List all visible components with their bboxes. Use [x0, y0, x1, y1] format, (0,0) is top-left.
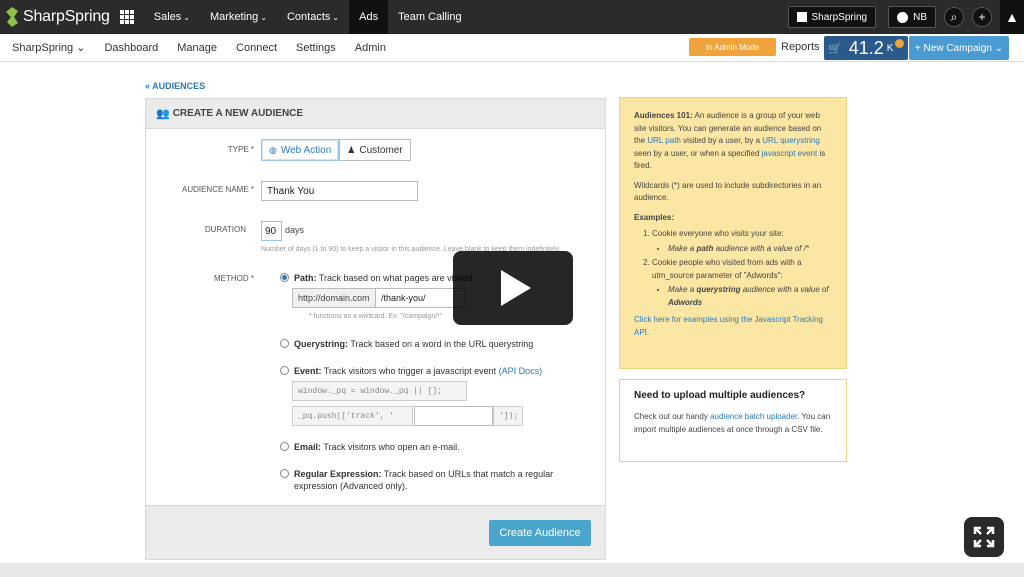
duration-input[interactable]: 90 [261, 221, 282, 241]
subnav-item-connect[interactable]: Connect [236, 42, 277, 54]
user-menu-button[interactable]: NB [888, 6, 936, 28]
method-event-option[interactable]: Event: Track visitors who trigger a java… [280, 365, 595, 377]
nav-item-marketing[interactable]: Marketing ⌄ [200, 0, 277, 34]
type-label: TYPE * [227, 145, 254, 154]
users-icon: 👥 [156, 108, 170, 120]
account-icon [796, 12, 807, 22]
create-audience-panel: 👥 CREATE A NEW AUDIENCE TYPE * ◍ Web Act… [145, 98, 606, 560]
search-icon[interactable]: ⌕ [944, 7, 964, 27]
type-toggle: ◍ Web Action ♟ Customer [261, 139, 411, 161]
brand-name: SharpSpring [23, 8, 110, 25]
audience-name-label: AUDIENCE NAME * [181, 185, 254, 194]
subnav-item-manage[interactable]: Manage [177, 42, 217, 54]
path-domain-prefix: http://domain.com [292, 288, 376, 308]
wildcards-text: Wildcards (*) are used to include subdir… [634, 180, 822, 203]
reports-link[interactable]: Reports [781, 41, 820, 53]
account-switcher-button[interactable]: SharpSpring [787, 6, 877, 28]
event-code-line2: _pq.push(['track', ' [292, 406, 413, 426]
type-web-action-button[interactable]: ◍ Web Action [261, 139, 340, 161]
method-regex-option[interactable]: Regular Expression: Track based on URLs … [280, 468, 595, 492]
api-docs-link[interactable]: (API Docs) [499, 366, 543, 376]
url-path-link[interactable]: URL path [647, 136, 681, 145]
globe-icon: ◍ [269, 144, 277, 155]
form-footer: Create Audience [146, 505, 605, 559]
basket-icon: 🛒 [828, 42, 842, 55]
batch-uploader-link[interactable]: audience batch uploader [710, 412, 797, 421]
sharpspring-logo-icon [6, 7, 18, 27]
method-querystring-radio[interactable] [280, 339, 289, 348]
create-audience-button[interactable]: Create Audience [489, 520, 591, 546]
counter-unit: K [886, 42, 894, 54]
duration-label: DURATION [204, 225, 246, 234]
method-path-radio[interactable] [280, 273, 289, 282]
method-event-radio[interactable] [280, 366, 289, 375]
video-play-button[interactable] [453, 251, 573, 325]
new-campaign-button[interactable]: + New Campaign ⌄ [909, 36, 1009, 60]
event-name-input[interactable] [414, 406, 493, 426]
upload-multiple-box: Need to upload multiple audiences? Check… [619, 379, 847, 462]
url-querystring-link[interactable]: URL querystring [762, 136, 820, 145]
nav-item-contacts[interactable]: Contacts ⌄ [277, 0, 349, 34]
fullscreen-button[interactable] [964, 517, 1004, 557]
subnav-item-sharpspring[interactable]: SharpSpring ⌄ [12, 41, 85, 54]
panel-header: 👥 CREATE A NEW AUDIENCE [146, 99, 605, 129]
type-customer-button[interactable]: ♟ Customer [339, 139, 411, 161]
bottom-strip [0, 563, 1024, 577]
subnav-item-dashboard[interactable]: Dashboard [104, 42, 158, 54]
upload-text: Check out our handy audience batch uploa… [634, 412, 831, 434]
secondary-nav: SharpSpring ⌄ Dashboard Manage Connect S… [12, 41, 405, 55]
method-label: METHOD * [214, 274, 254, 283]
method-querystring-option[interactable]: Querystring: Track based on a word in th… [280, 338, 595, 350]
top-navbar: SharpSpring Sales ⌄ Marketing ⌄ Contacts ⌄ … [0, 0, 1024, 34]
secondary-navbar: SharpSpring ⌄ Dashboard Manage Connect S… [0, 34, 1024, 62]
person-icon: ♟ [347, 144, 356, 155]
panel-title: CREATE A NEW AUDIENCE [172, 108, 304, 119]
subnav-item-admin[interactable]: Admin [355, 42, 386, 54]
example-item: Cookie people who visited from ads with … [652, 257, 834, 309]
upload-title: Need to upload multiple audiences? [634, 390, 806, 401]
method-regex-radio[interactable] [280, 469, 289, 478]
top-right-controls: SharpSpring NB ⌕ + ▲ [787, 0, 1024, 34]
contacts-counter[interactable]: 🛒 41.2 K [824, 36, 908, 60]
fullscreen-icon [973, 526, 995, 548]
event-code-line2-end: ']); [493, 406, 523, 426]
event-code-line1: window._pq = window._pq || []; [292, 381, 467, 401]
examples-heading: Examples: [634, 212, 675, 222]
counter-value: 41.2 [848, 37, 884, 58]
apps-grid-icon[interactable] [119, 10, 134, 24]
breadcrumb-audiences[interactable]: « AUDIENCES [145, 81, 205, 91]
js-tracking-api-link[interactable]: Click here for examples using the Javasc… [634, 314, 834, 339]
nav-item-sales[interactable]: Sales ⌄ [144, 0, 200, 34]
intro-text: Audiences 101: An audience is a group of… [634, 111, 826, 170]
main-nav: Sales ⌄ Marketing ⌄ Contacts ⌄ Ads Team Cal… [144, 0, 472, 34]
nav-item-team-calling[interactable]: Team Calling [388, 0, 472, 34]
duration-unit: days [285, 225, 305, 235]
method-email-radio[interactable] [280, 442, 289, 451]
example-item: Cookie everyone who visits your site: Ma… [652, 228, 834, 255]
brand-logo[interactable]: SharpSpring [4, 0, 110, 34]
path-value-input[interactable]: /thank-you/ [375, 288, 465, 308]
plus-icon[interactable]: + [972, 7, 992, 27]
audience-name-input[interactable]: Thank You [261, 181, 418, 201]
nav-item-ads[interactable]: Ads [349, 0, 389, 34]
admin-mode-badge[interactable]: In Admin Mode [689, 38, 776, 56]
method-email-option[interactable]: Email: Track visitors who open an e-mail… [280, 441, 595, 453]
notification-dot [895, 39, 904, 48]
rocket-icon[interactable]: ▲ [1000, 0, 1024, 34]
path-help: * functions as a wildcard. Ex. "/campaig… [309, 313, 443, 320]
user-avatar-icon [897, 11, 909, 23]
play-icon [501, 270, 531, 306]
javascript-event-link[interactable]: javascript event [762, 149, 818, 158]
audiences-101-box: Audiences 101: An audience is a group of… [619, 97, 847, 369]
examples-list: Cookie everyone who visits your site: Ma… [634, 228, 834, 309]
subnav-item-settings[interactable]: Settings [296, 42, 336, 54]
